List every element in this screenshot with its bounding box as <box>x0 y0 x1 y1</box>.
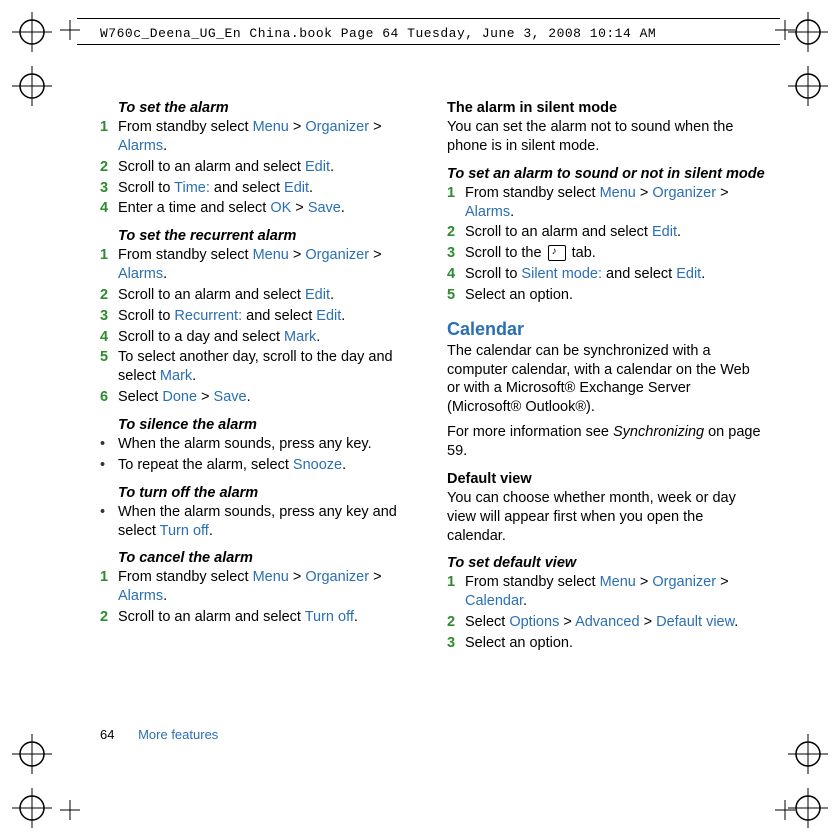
heading-turnoff: To turn off the alarm <box>118 485 419 501</box>
section-name: More features <box>138 727 218 742</box>
heading-silence: To silence the alarm <box>118 417 419 433</box>
heading-recurrent: To set the recurrent alarm <box>118 228 419 244</box>
step-number: 3 <box>447 634 465 653</box>
header-rule-bottom <box>77 44 780 45</box>
step-text: Enter a time and select OK > Save. <box>118 199 345 218</box>
cropmark-top-tick-r <box>775 20 795 40</box>
step-number: 1 <box>100 568 118 606</box>
step-number: 2 <box>447 613 465 632</box>
step-number: 5 <box>447 286 465 305</box>
cropmark-bot-tick-l <box>60 800 80 820</box>
bullet-text: To repeat the alarm, select Snooze. <box>118 456 346 475</box>
step-number: 6 <box>100 388 118 407</box>
cropmark-tr2 <box>788 66 828 106</box>
step-text: Select an option. <box>465 634 573 653</box>
step-number: 2 <box>447 223 465 242</box>
bullet-text: When the alarm sounds, press any key and… <box>118 503 419 541</box>
heading-cancel: To cancel the alarm <box>118 550 419 566</box>
para-silent-mode: You can set the alarm not to sound when … <box>447 118 766 156</box>
step-text: From standby select Menu > Organizer > A… <box>118 568 419 606</box>
document-header: W760c_Deena_UG_En China.book Page 64 Tue… <box>100 26 656 41</box>
step-text: Scroll to the tab. <box>465 244 596 263</box>
step-text: Scroll to an alarm and select Edit. <box>465 223 681 242</box>
para-sync: For more information see Synchronizing o… <box>447 423 766 461</box>
bullet-icon: • <box>100 503 118 541</box>
step-number: 4 <box>100 328 118 347</box>
right-column: The alarm in silent mode You can set the… <box>447 90 766 655</box>
step-number: 1 <box>447 573 465 611</box>
step-number: 3 <box>100 179 118 198</box>
step-text: Scroll to an alarm and select Edit. <box>118 158 334 177</box>
bullet-text: When the alarm sounds, press any key. <box>118 435 372 454</box>
step-text: Scroll to an alarm and select Turn off. <box>118 608 358 627</box>
step-text: From standby select Menu > Organizer > A… <box>118 118 419 156</box>
step-number: 1 <box>100 118 118 156</box>
left-column: To set the alarm 1From standby select Me… <box>100 90 419 655</box>
bullets-turnoff: •When the alarm sounds, press any key an… <box>100 503 419 541</box>
cropmark-bottom-left <box>12 788 52 828</box>
step-text: Scroll to a day and select Mark. <box>118 328 320 347</box>
page-footer: 64 More features <box>100 727 218 742</box>
step-number: 2 <box>100 608 118 627</box>
cropmark-bot-tick-r <box>775 800 795 820</box>
page-number: 64 <box>100 727 114 742</box>
step-text: Select Options > Advanced > Default view… <box>465 613 738 632</box>
step-number: 1 <box>100 246 118 284</box>
step-number: 3 <box>100 307 118 326</box>
step-text: Scroll to Silent mode: and select Edit. <box>465 265 705 284</box>
step-text: From standby select Menu > Organizer > C… <box>465 573 766 611</box>
step-text: From standby select Menu > Organizer > A… <box>465 184 766 222</box>
steps-cancel: 1From standby select Menu > Organizer > … <box>100 568 419 627</box>
step-text: Select an option. <box>465 286 573 305</box>
cropmark-tl2 <box>12 66 52 106</box>
steps-set-alarm: 1From standby select Menu > Organizer > … <box>100 118 419 218</box>
heading-calendar: Calendar <box>447 319 766 340</box>
para-default-view: You can choose whether month, week or da… <box>447 489 766 546</box>
bullets-silence: •When the alarm sounds, press any key. •… <box>100 435 419 475</box>
step-number: 4 <box>447 265 465 284</box>
bullet-icon: • <box>100 435 118 454</box>
step-number: 1 <box>447 184 465 222</box>
para-calendar: The calendar can be synchronized with a … <box>447 342 766 417</box>
heading-silent-mode: The alarm in silent mode <box>447 100 766 116</box>
heading-set-silent: To set an alarm to sound or not in silen… <box>447 166 766 182</box>
step-number: 3 <box>447 244 465 263</box>
step-number: 5 <box>100 348 118 386</box>
step-text: Scroll to an alarm and select Edit. <box>118 286 334 305</box>
step-text: From standby select Menu > Organizer > A… <box>118 246 419 284</box>
heading-set-alarm: To set the alarm <box>118 100 419 116</box>
steps-recurrent: 1From standby select Menu > Organizer > … <box>100 246 419 407</box>
step-number: 4 <box>100 199 118 218</box>
step-number: 2 <box>100 286 118 305</box>
bullet-icon: • <box>100 456 118 475</box>
step-text: Scroll to Time: and select Edit. <box>118 179 313 198</box>
cropmark-bl1 <box>12 734 52 774</box>
steps-silent: 1From standby select Menu > Organizer > … <box>447 184 766 305</box>
heading-default-view: Default view <box>447 471 766 487</box>
step-number: 2 <box>100 158 118 177</box>
cropmark-top-left <box>12 12 52 52</box>
step-text: Scroll to Recurrent: and select Edit. <box>118 307 345 326</box>
header-rule-top <box>77 18 780 19</box>
step-text: Select Done > Save. <box>118 388 251 407</box>
page-content: To set the alarm 1From standby select Me… <box>100 90 766 780</box>
cropmark-br1 <box>788 734 828 774</box>
step-text: To select another day, scroll to the day… <box>118 348 419 386</box>
cropmark-top-tick-l <box>60 20 80 40</box>
heading-set-default: To set default view <box>447 555 766 571</box>
music-tab-icon <box>548 245 566 261</box>
steps-default: 1From standby select Menu > Organizer > … <box>447 573 766 652</box>
